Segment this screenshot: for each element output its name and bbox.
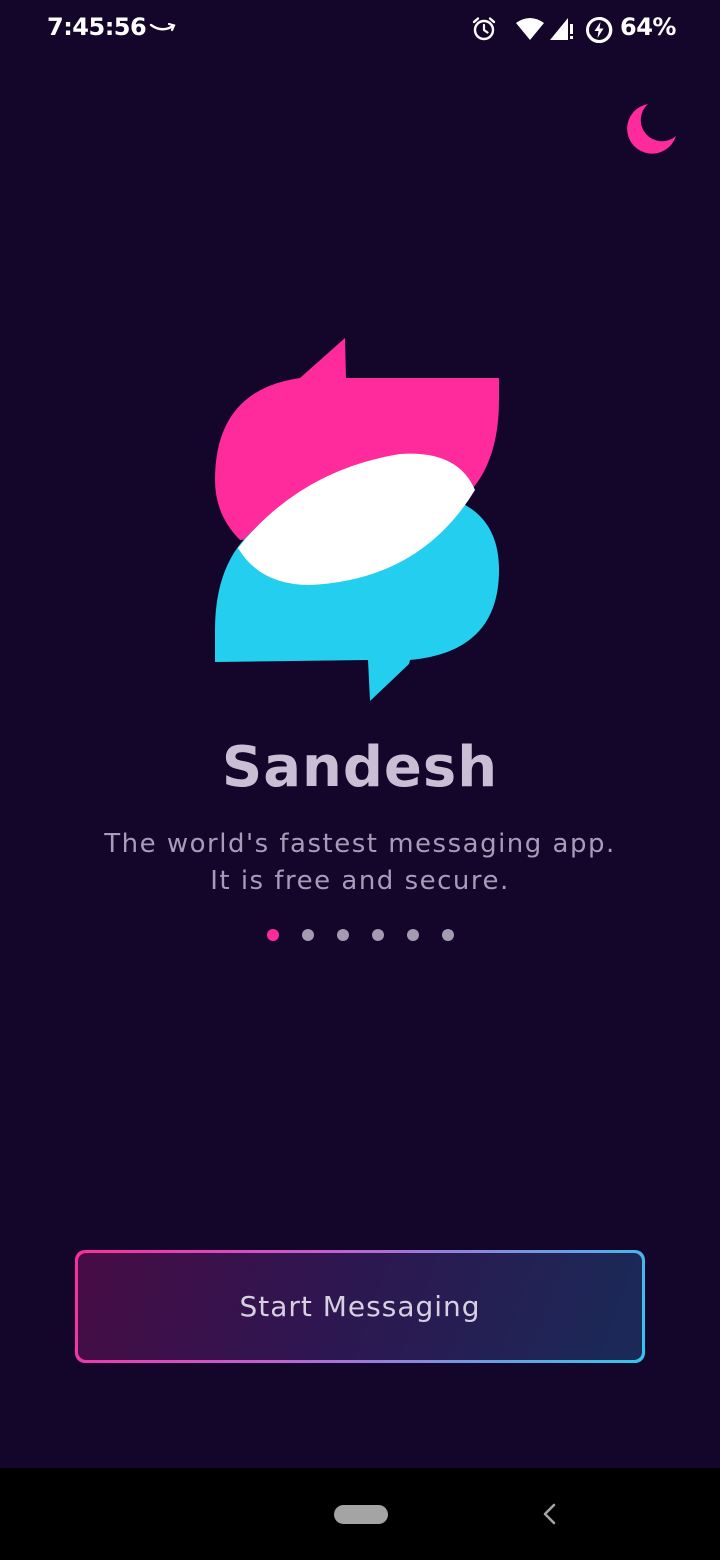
moon-icon <box>627 104 676 154</box>
status-time: 7:45:56 <box>47 13 147 41</box>
alarm-icon <box>471 16 497 46</box>
page-dot-2[interactable] <box>302 929 314 941</box>
system-nav-bar <box>0 1468 720 1560</box>
start-messaging-button-body[interactable]: Start Messaging <box>78 1253 642 1360</box>
page-dot-6[interactable] <box>442 929 454 941</box>
back-chevron-icon[interactable] <box>540 1502 560 1526</box>
dark-mode-toggle[interactable] <box>620 98 682 160</box>
page-dot-3[interactable] <box>337 929 349 941</box>
onboarding-screen: 7:45:56 64% Sandesh The world's fastest … <box>0 0 720 1560</box>
battery-percent: 64% <box>620 13 676 41</box>
signal-icon <box>548 16 576 46</box>
tagline-line-1: The world's fastest messaging app. <box>104 829 616 859</box>
app-title: Sandesh <box>221 735 499 800</box>
app-logo <box>200 330 520 710</box>
tagline-line-2: It is free and secure. <box>210 866 510 896</box>
page-dot-5[interactable] <box>407 929 419 941</box>
status-bar: 7:45:56 64% <box>0 0 720 60</box>
page-dot-1[interactable] <box>267 929 279 941</box>
page-dot-4[interactable] <box>372 929 384 941</box>
home-pill-icon[interactable] <box>334 1505 388 1524</box>
chat-bubbles-logo-icon <box>215 338 499 701</box>
amazon-smile-icon <box>149 20 177 39</box>
start-messaging-label: Start Messaging <box>239 1290 481 1323</box>
wifi-icon <box>515 16 545 46</box>
page-indicator <box>0 929 720 943</box>
battery-charging-icon <box>584 15 614 49</box>
start-messaging-button[interactable]: Start Messaging <box>75 1250 645 1363</box>
